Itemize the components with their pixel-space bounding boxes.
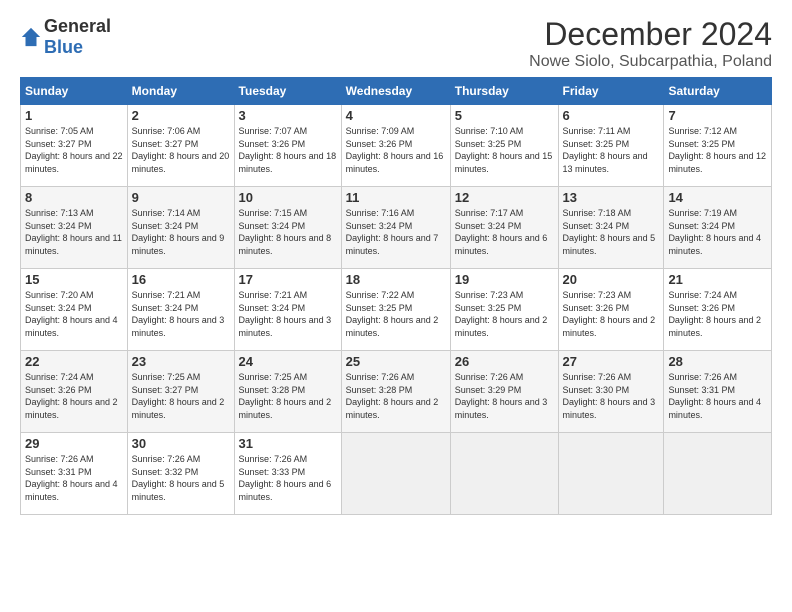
- calendar-cell: [664, 433, 772, 515]
- calendar-cell: 1Sunrise: 7:05 AMSunset: 3:27 PMDaylight…: [21, 105, 128, 187]
- calendar-cell: 19Sunrise: 7:23 AMSunset: 3:25 PMDayligh…: [450, 269, 558, 351]
- calendar-cell: 21Sunrise: 7:24 AMSunset: 3:26 PMDayligh…: [664, 269, 772, 351]
- calendar-cell: 8Sunrise: 7:13 AMSunset: 3:24 PMDaylight…: [21, 187, 128, 269]
- logo-icon: [20, 26, 42, 48]
- calendar-cell: 22Sunrise: 7:24 AMSunset: 3:26 PMDayligh…: [21, 351, 128, 433]
- calendar-cell: 14Sunrise: 7:19 AMSunset: 3:24 PMDayligh…: [664, 187, 772, 269]
- week-row-2: 8Sunrise: 7:13 AMSunset: 3:24 PMDaylight…: [21, 187, 772, 269]
- week-row-5: 29Sunrise: 7:26 AMSunset: 3:31 PMDayligh…: [21, 433, 772, 515]
- calendar-cell: 24Sunrise: 7:25 AMSunset: 3:28 PMDayligh…: [234, 351, 341, 433]
- logo-text: General Blue: [44, 16, 111, 58]
- calendar-cell: 9Sunrise: 7:14 AMSunset: 3:24 PMDaylight…: [127, 187, 234, 269]
- calendar-cell: 13Sunrise: 7:18 AMSunset: 3:24 PMDayligh…: [558, 187, 664, 269]
- calendar-cell: 15Sunrise: 7:20 AMSunset: 3:24 PMDayligh…: [21, 269, 128, 351]
- logo-general: General: [44, 16, 111, 36]
- logo-blue: Blue: [44, 37, 83, 57]
- calendar-table: Sunday Monday Tuesday Wednesday Thursday…: [20, 77, 772, 515]
- header-monday: Monday: [127, 78, 234, 105]
- calendar-cell: 16Sunrise: 7:21 AMSunset: 3:24 PMDayligh…: [127, 269, 234, 351]
- calendar-cell: 20Sunrise: 7:23 AMSunset: 3:26 PMDayligh…: [558, 269, 664, 351]
- calendar-cell: 25Sunrise: 7:26 AMSunset: 3:28 PMDayligh…: [341, 351, 450, 433]
- calendar-cell: 23Sunrise: 7:25 AMSunset: 3:27 PMDayligh…: [127, 351, 234, 433]
- calendar-cell: 29Sunrise: 7:26 AMSunset: 3:31 PMDayligh…: [21, 433, 128, 515]
- title-block: December 2024 Nowe Siolo, Subcarpathia, …: [529, 16, 772, 71]
- header-saturday: Saturday: [664, 78, 772, 105]
- calendar-cell: 12Sunrise: 7:17 AMSunset: 3:24 PMDayligh…: [450, 187, 558, 269]
- header-friday: Friday: [558, 78, 664, 105]
- logo: General Blue: [20, 16, 111, 58]
- header-row: Sunday Monday Tuesday Wednesday Thursday…: [21, 78, 772, 105]
- page: General Blue December 2024 Nowe Siolo, S…: [0, 0, 792, 525]
- week-row-1: 1Sunrise: 7:05 AMSunset: 3:27 PMDaylight…: [21, 105, 772, 187]
- main-title: December 2024: [529, 16, 772, 53]
- calendar-cell: [558, 433, 664, 515]
- week-row-4: 22Sunrise: 7:24 AMSunset: 3:26 PMDayligh…: [21, 351, 772, 433]
- header-sunday: Sunday: [21, 78, 128, 105]
- calendar-cell: [450, 433, 558, 515]
- calendar-cell: 6Sunrise: 7:11 AMSunset: 3:25 PMDaylight…: [558, 105, 664, 187]
- calendar-cell: 30Sunrise: 7:26 AMSunset: 3:32 PMDayligh…: [127, 433, 234, 515]
- calendar-cell: 5Sunrise: 7:10 AMSunset: 3:25 PMDaylight…: [450, 105, 558, 187]
- calendar-cell: 3Sunrise: 7:07 AMSunset: 3:26 PMDaylight…: [234, 105, 341, 187]
- calendar-cell: 10Sunrise: 7:15 AMSunset: 3:24 PMDayligh…: [234, 187, 341, 269]
- calendar-cell: 17Sunrise: 7:21 AMSunset: 3:24 PMDayligh…: [234, 269, 341, 351]
- calendar-cell: 4Sunrise: 7:09 AMSunset: 3:26 PMDaylight…: [341, 105, 450, 187]
- header-thursday: Thursday: [450, 78, 558, 105]
- calendar-cell: 26Sunrise: 7:26 AMSunset: 3:29 PMDayligh…: [450, 351, 558, 433]
- calendar-cell: 7Sunrise: 7:12 AMSunset: 3:25 PMDaylight…: [664, 105, 772, 187]
- week-row-3: 15Sunrise: 7:20 AMSunset: 3:24 PMDayligh…: [21, 269, 772, 351]
- calendar-cell: 31Sunrise: 7:26 AMSunset: 3:33 PMDayligh…: [234, 433, 341, 515]
- calendar-cell: 2Sunrise: 7:06 AMSunset: 3:27 PMDaylight…: [127, 105, 234, 187]
- calendar-cell: [341, 433, 450, 515]
- header-wednesday: Wednesday: [341, 78, 450, 105]
- calendar-cell: 27Sunrise: 7:26 AMSunset: 3:30 PMDayligh…: [558, 351, 664, 433]
- header-tuesday: Tuesday: [234, 78, 341, 105]
- header: General Blue December 2024 Nowe Siolo, S…: [20, 16, 772, 71]
- subtitle: Nowe Siolo, Subcarpathia, Poland: [529, 53, 772, 71]
- calendar-cell: 18Sunrise: 7:22 AMSunset: 3:25 PMDayligh…: [341, 269, 450, 351]
- calendar-cell: 11Sunrise: 7:16 AMSunset: 3:24 PMDayligh…: [341, 187, 450, 269]
- calendar-cell: 28Sunrise: 7:26 AMSunset: 3:31 PMDayligh…: [664, 351, 772, 433]
